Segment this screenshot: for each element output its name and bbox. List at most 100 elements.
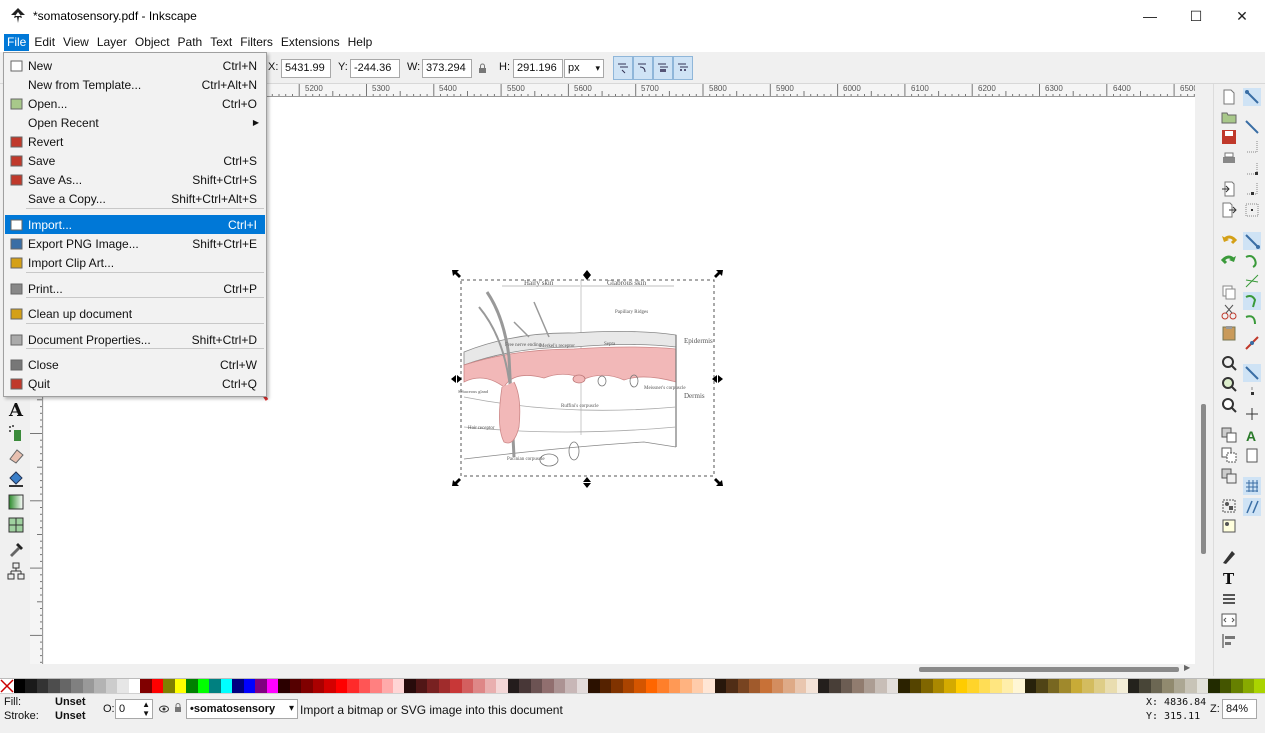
color-swatch[interactable] — [461, 679, 474, 693]
gradient-tool[interactable] — [5, 491, 27, 513]
color-swatch[interactable] — [59, 679, 72, 693]
color-swatch[interactable] — [392, 679, 405, 693]
color-swatch[interactable] — [105, 679, 118, 693]
color-swatch[interactable] — [886, 679, 899, 693]
menu-item-open-recent[interactable]: Open Recent ▶ — [5, 113, 265, 132]
color-swatch[interactable] — [140, 679, 152, 693]
color-swatch[interactable] — [117, 679, 129, 693]
color-swatch[interactable] — [680, 679, 692, 693]
color-swatch[interactable] — [519, 679, 531, 693]
spray-tool[interactable] — [5, 422, 27, 444]
menu-object[interactable]: Object — [132, 34, 173, 51]
color-swatch[interactable] — [335, 679, 348, 693]
color-swatch[interactable] — [932, 679, 945, 693]
snap-nodes-icon[interactable] — [1243, 232, 1261, 250]
eye-icon[interactable] — [159, 705, 169, 713]
color-swatch[interactable] — [817, 679, 830, 693]
color-swatch[interactable] — [771, 679, 784, 693]
color-swatch[interactable] — [1185, 679, 1197, 693]
color-swatch[interactable] — [48, 679, 60, 693]
color-swatch[interactable] — [806, 679, 818, 693]
color-swatch[interactable] — [266, 679, 279, 693]
color-swatch[interactable] — [1059, 679, 1071, 693]
snap-intersections-icon[interactable] — [1243, 272, 1261, 290]
move-patterns-button[interactable] — [673, 56, 693, 80]
snap-smooth-nodes-icon[interactable] — [1243, 312, 1261, 330]
color-swatch[interactable] — [36, 679, 49, 693]
horizontal-scrollbar[interactable]: ▶ — [44, 663, 1195, 676]
text-tool[interactable]: A — [5, 399, 27, 421]
color-swatch[interactable] — [163, 679, 175, 693]
color-swatch[interactable] — [668, 679, 681, 693]
menu-filters[interactable]: Filters — [237, 34, 276, 51]
color-swatch[interactable] — [794, 679, 807, 693]
menu-item-new-from-template[interactable]: New from Template... Ctrl+Alt+N — [5, 75, 265, 94]
menu-item-quit[interactable]: Quit Ctrl+Q — [5, 374, 265, 393]
color-swatch[interactable] — [427, 679, 439, 693]
snap-paths-icon[interactable] — [1243, 252, 1261, 270]
color-swatch[interactable] — [1173, 679, 1186, 693]
menu-item-save-a-copy[interactable]: Save a Copy... Shift+Ctrl+Alt+S — [5, 189, 265, 208]
lock-icon[interactable] — [478, 63, 487, 74]
color-swatch[interactable] — [863, 679, 876, 693]
color-swatch[interactable] — [921, 679, 933, 693]
menu-edit[interactable]: Edit — [31, 34, 58, 51]
menu-item-import[interactable]: Import... Ctrl+I — [5, 215, 265, 234]
zoom-page-icon[interactable] — [1220, 396, 1238, 414]
import-icon[interactable] — [1220, 180, 1238, 198]
color-swatch[interactable] — [967, 679, 979, 693]
color-swatch[interactable] — [324, 679, 336, 693]
color-swatch[interactable] — [128, 679, 141, 693]
color-swatch[interactable] — [1105, 679, 1117, 693]
color-swatch[interactable] — [1231, 679, 1243, 693]
menu-text[interactable]: Text — [207, 34, 235, 51]
zoom-drawing-icon[interactable] — [1220, 375, 1238, 393]
color-swatch[interactable] — [576, 679, 589, 693]
color-swatch[interactable] — [645, 679, 658, 693]
xml-editor-icon[interactable] — [1220, 611, 1238, 629]
spin-arrows-icon[interactable]: ▲ ▼ — [142, 700, 150, 718]
menu-help[interactable]: Help — [345, 34, 376, 51]
color-swatch[interactable] — [530, 679, 543, 693]
mesh-tool[interactable] — [5, 514, 27, 536]
color-swatch[interactable] — [1162, 679, 1174, 693]
color-swatch[interactable] — [450, 679, 462, 693]
color-swatch[interactable] — [852, 679, 864, 693]
zoom-selection-icon[interactable] — [1220, 354, 1238, 372]
eraser-tool[interactable] — [5, 445, 27, 467]
color-swatch[interactable] — [565, 679, 577, 693]
group-icon[interactable] — [1220, 497, 1238, 515]
color-swatch[interactable] — [1024, 679, 1037, 693]
color-swatch[interactable] — [484, 679, 497, 693]
export-icon[interactable] — [1220, 201, 1238, 219]
color-swatch[interactable] — [1139, 679, 1151, 693]
clone-icon[interactable] — [1220, 446, 1238, 464]
snap-cusp-nodes-icon[interactable] — [1243, 292, 1261, 310]
layer-select[interactable]: •somatosensory ▾ — [186, 699, 298, 719]
color-swatch[interactable] — [1150, 679, 1163, 693]
color-swatch[interactable] — [829, 679, 841, 693]
snap-guides-icon[interactable] — [1243, 498, 1261, 516]
menu-item-new[interactable]: New Ctrl+N — [5, 56, 265, 75]
snap-rotation-center-icon[interactable] — [1243, 405, 1261, 423]
color-swatch[interactable] — [542, 679, 554, 693]
color-swatch[interactable] — [25, 679, 37, 693]
color-swatch[interactable] — [94, 679, 106, 693]
color-swatch[interactable] — [760, 679, 772, 693]
color-swatch[interactable] — [726, 679, 738, 693]
color-swatch[interactable] — [404, 679, 416, 693]
align-distribute-icon[interactable] — [1220, 632, 1238, 650]
connector-tool[interactable] — [5, 560, 27, 582]
color-swatch[interactable] — [473, 679, 485, 693]
h-input[interactable]: 291.196 — [513, 59, 563, 78]
snap-page-border-icon[interactable] — [1243, 446, 1261, 464]
new-document-icon[interactable] — [1220, 88, 1238, 106]
color-swatch[interactable] — [301, 679, 313, 693]
color-swatch[interactable] — [1116, 679, 1128, 693]
snap-bbox-center-icon[interactable] — [1243, 201, 1261, 219]
menu-layer[interactable]: Layer — [94, 34, 130, 51]
minimize-button[interactable]: — — [1127, 0, 1173, 32]
color-swatch[interactable] — [749, 679, 761, 693]
color-swatch[interactable] — [370, 679, 382, 693]
color-swatch[interactable] — [438, 679, 451, 693]
